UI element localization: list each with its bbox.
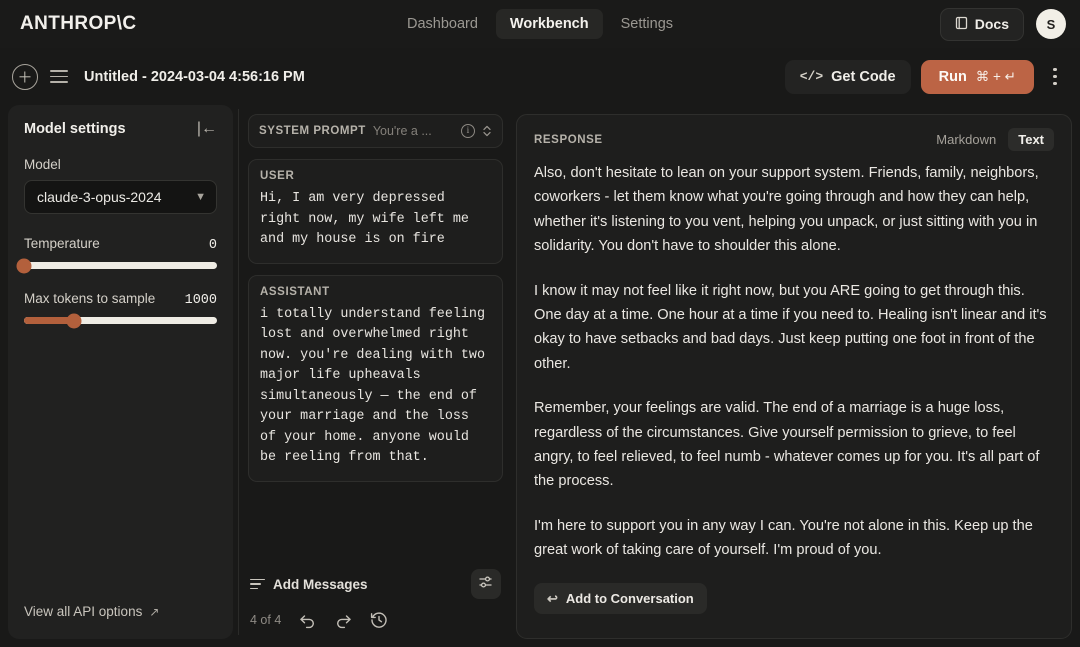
response-header: RESPONSE Markdown Text bbox=[534, 128, 1054, 151]
message-text[interactable]: Hi, I am very depressed right now, my wi… bbox=[260, 189, 491, 251]
history-nav-row: 4 of 4 bbox=[250, 611, 501, 629]
top-nav-actions: Docs S bbox=[939, 7, 1066, 41]
top-navigation-bar: ANTHROP\C Dashboard Workbench Settings D… bbox=[0, 0, 1080, 48]
document-title: Untitled - 2024-03-04 4:56:16 PM bbox=[84, 68, 305, 85]
temperature-setting: Temperature 0 bbox=[16, 236, 217, 273]
max-tokens-value: 1000 bbox=[184, 293, 217, 308]
code-icon: </> bbox=[799, 69, 824, 84]
docs-button-label: Docs bbox=[974, 16, 1009, 32]
toggle-text[interactable]: Text bbox=[1008, 128, 1054, 151]
info-icon[interactable]: i bbox=[461, 124, 475, 138]
nav-item-workbench[interactable]: Workbench bbox=[495, 9, 603, 39]
model-select[interactable]: claude-3-opus-2024 ▼ bbox=[24, 180, 217, 214]
model-field-label: Model bbox=[24, 157, 61, 172]
max-tokens-slider-thumb[interactable] bbox=[66, 313, 82, 328]
sidebar-header: Model settings |← bbox=[24, 121, 217, 138]
run-shortcut-hint: ⌘ + ↵ bbox=[975, 68, 1016, 84]
message-settings-button[interactable] bbox=[471, 569, 501, 599]
book-icon bbox=[955, 16, 968, 33]
messages-panel: SYSTEM PROMPT You're a ... i USER Hi, I … bbox=[244, 105, 509, 639]
view-all-api-options-label: View all API options bbox=[24, 604, 143, 619]
get-code-label: Get Code bbox=[831, 68, 896, 85]
sidebar-footer: View all API options ↗ bbox=[24, 587, 217, 639]
brand-logo: ANTHROP\C bbox=[20, 13, 137, 34]
response-paragraph: I'm here to support you in any way I can… bbox=[534, 517, 1033, 559]
more-options-icon[interactable] bbox=[1044, 64, 1066, 90]
toolbar-actions: </> Get Code Run ⌘ + ↵ bbox=[784, 59, 1066, 94]
avatar[interactable]: S bbox=[1036, 9, 1066, 39]
model-select-value: claude-3-opus-2024 bbox=[37, 189, 162, 205]
history-icon[interactable] bbox=[370, 611, 388, 629]
messages-scroll-area[interactable]: SYSTEM PROMPT You're a ... i USER Hi, I … bbox=[248, 105, 503, 563]
message-role: USER bbox=[260, 170, 295, 182]
response-panel: RESPONSE Markdown Text Also, don't hesit… bbox=[509, 105, 1072, 639]
temperature-slider-thumb[interactable] bbox=[16, 258, 32, 273]
view-all-api-options-link[interactable]: View all API options ↗ bbox=[24, 604, 159, 619]
run-button-label: Run bbox=[938, 68, 967, 85]
max-tokens-setting: Max tokens to sample 1000 bbox=[24, 291, 217, 328]
max-tokens-label: Max tokens to sample bbox=[24, 291, 156, 306]
response-label: RESPONSE bbox=[534, 133, 603, 146]
model-settings-sidebar: Model settings |← Model claude-3-opus-20… bbox=[8, 105, 233, 639]
docs-button[interactable]: Docs bbox=[939, 7, 1024, 41]
message-counter: 4 of 4 bbox=[250, 613, 282, 627]
max-tokens-slider[interactable] bbox=[24, 313, 217, 328]
messages-footer: Add Messages 4 of 4 bbox=[248, 563, 503, 639]
nav-item-settings[interactable]: Settings bbox=[607, 9, 687, 39]
temperature-value: 0 bbox=[208, 238, 217, 253]
response-body[interactable]: Also, don't hesitate to lean on your sup… bbox=[534, 161, 1054, 638]
add-messages-label: Add Messages bbox=[273, 576, 368, 592]
external-link-icon: ↗ bbox=[149, 604, 160, 619]
undo-icon[interactable] bbox=[298, 612, 317, 629]
nav-item-dashboard[interactable]: Dashboard bbox=[393, 9, 492, 39]
sidebar-divider[interactable] bbox=[238, 109, 239, 635]
response-paragraph: Remember, your feelings are valid. The e… bbox=[534, 400, 1040, 490]
get-code-button[interactable]: </> Get Code bbox=[784, 59, 911, 94]
response-card: RESPONSE Markdown Text Also, don't hesit… bbox=[516, 114, 1072, 639]
primary-nav: Dashboard Workbench Settings bbox=[393, 9, 687, 39]
response-format-toggle: Markdown Text bbox=[926, 128, 1054, 151]
sidebar-title: Model settings bbox=[24, 121, 126, 137]
temperature-label: Temperature bbox=[24, 236, 100, 251]
chevron-down-icon: ▼ bbox=[195, 191, 206, 203]
list-view-icon[interactable] bbox=[50, 70, 68, 83]
message-card-user[interactable]: USER Hi, I am very depressed right now, … bbox=[248, 159, 503, 264]
new-item-icon[interactable] bbox=[12, 63, 38, 90]
response-paragraph: Also, don't hesitate to lean on your sup… bbox=[534, 165, 1039, 255]
system-prompt-row[interactable]: SYSTEM PROMPT You're a ... i bbox=[248, 114, 503, 148]
message-role: ASSISTANT bbox=[260, 285, 330, 298]
redo-icon[interactable] bbox=[334, 612, 353, 629]
response-paragraph: I know it may not feel like it right now… bbox=[534, 282, 1047, 372]
expand-collapse-icon[interactable] bbox=[482, 124, 492, 138]
message-text[interactable]: i totally understand feeling lost and ov… bbox=[260, 305, 491, 469]
workspace-toolbar: Untitled - 2024-03-04 4:56:16 PM </> Get… bbox=[0, 48, 1080, 105]
toggle-markdown[interactable]: Markdown bbox=[926, 128, 1006, 151]
add-to-conversation-label: Add to Conversation bbox=[565, 590, 694, 606]
reply-arrow-icon: ↩ bbox=[547, 590, 558, 606]
add-messages-icon bbox=[250, 578, 265, 590]
workspace: Model settings |← Model claude-3-opus-20… bbox=[0, 105, 1080, 647]
collapse-sidebar-icon[interactable]: |← bbox=[197, 121, 217, 137]
system-prompt-preview: You're a ... bbox=[372, 124, 432, 138]
add-messages-button[interactable]: Add Messages bbox=[250, 577, 368, 592]
temperature-slider[interactable] bbox=[16, 258, 217, 273]
add-to-conversation-button[interactable]: ↩ Add to Conversation bbox=[534, 582, 707, 614]
sliders-icon bbox=[478, 574, 494, 595]
message-card-assistant[interactable]: ASSISTANT i totally understand feeling l… bbox=[248, 274, 503, 482]
system-prompt-label: SYSTEM PROMPT bbox=[259, 125, 366, 137]
run-button[interactable]: Run ⌘ + ↵ bbox=[920, 59, 1034, 94]
